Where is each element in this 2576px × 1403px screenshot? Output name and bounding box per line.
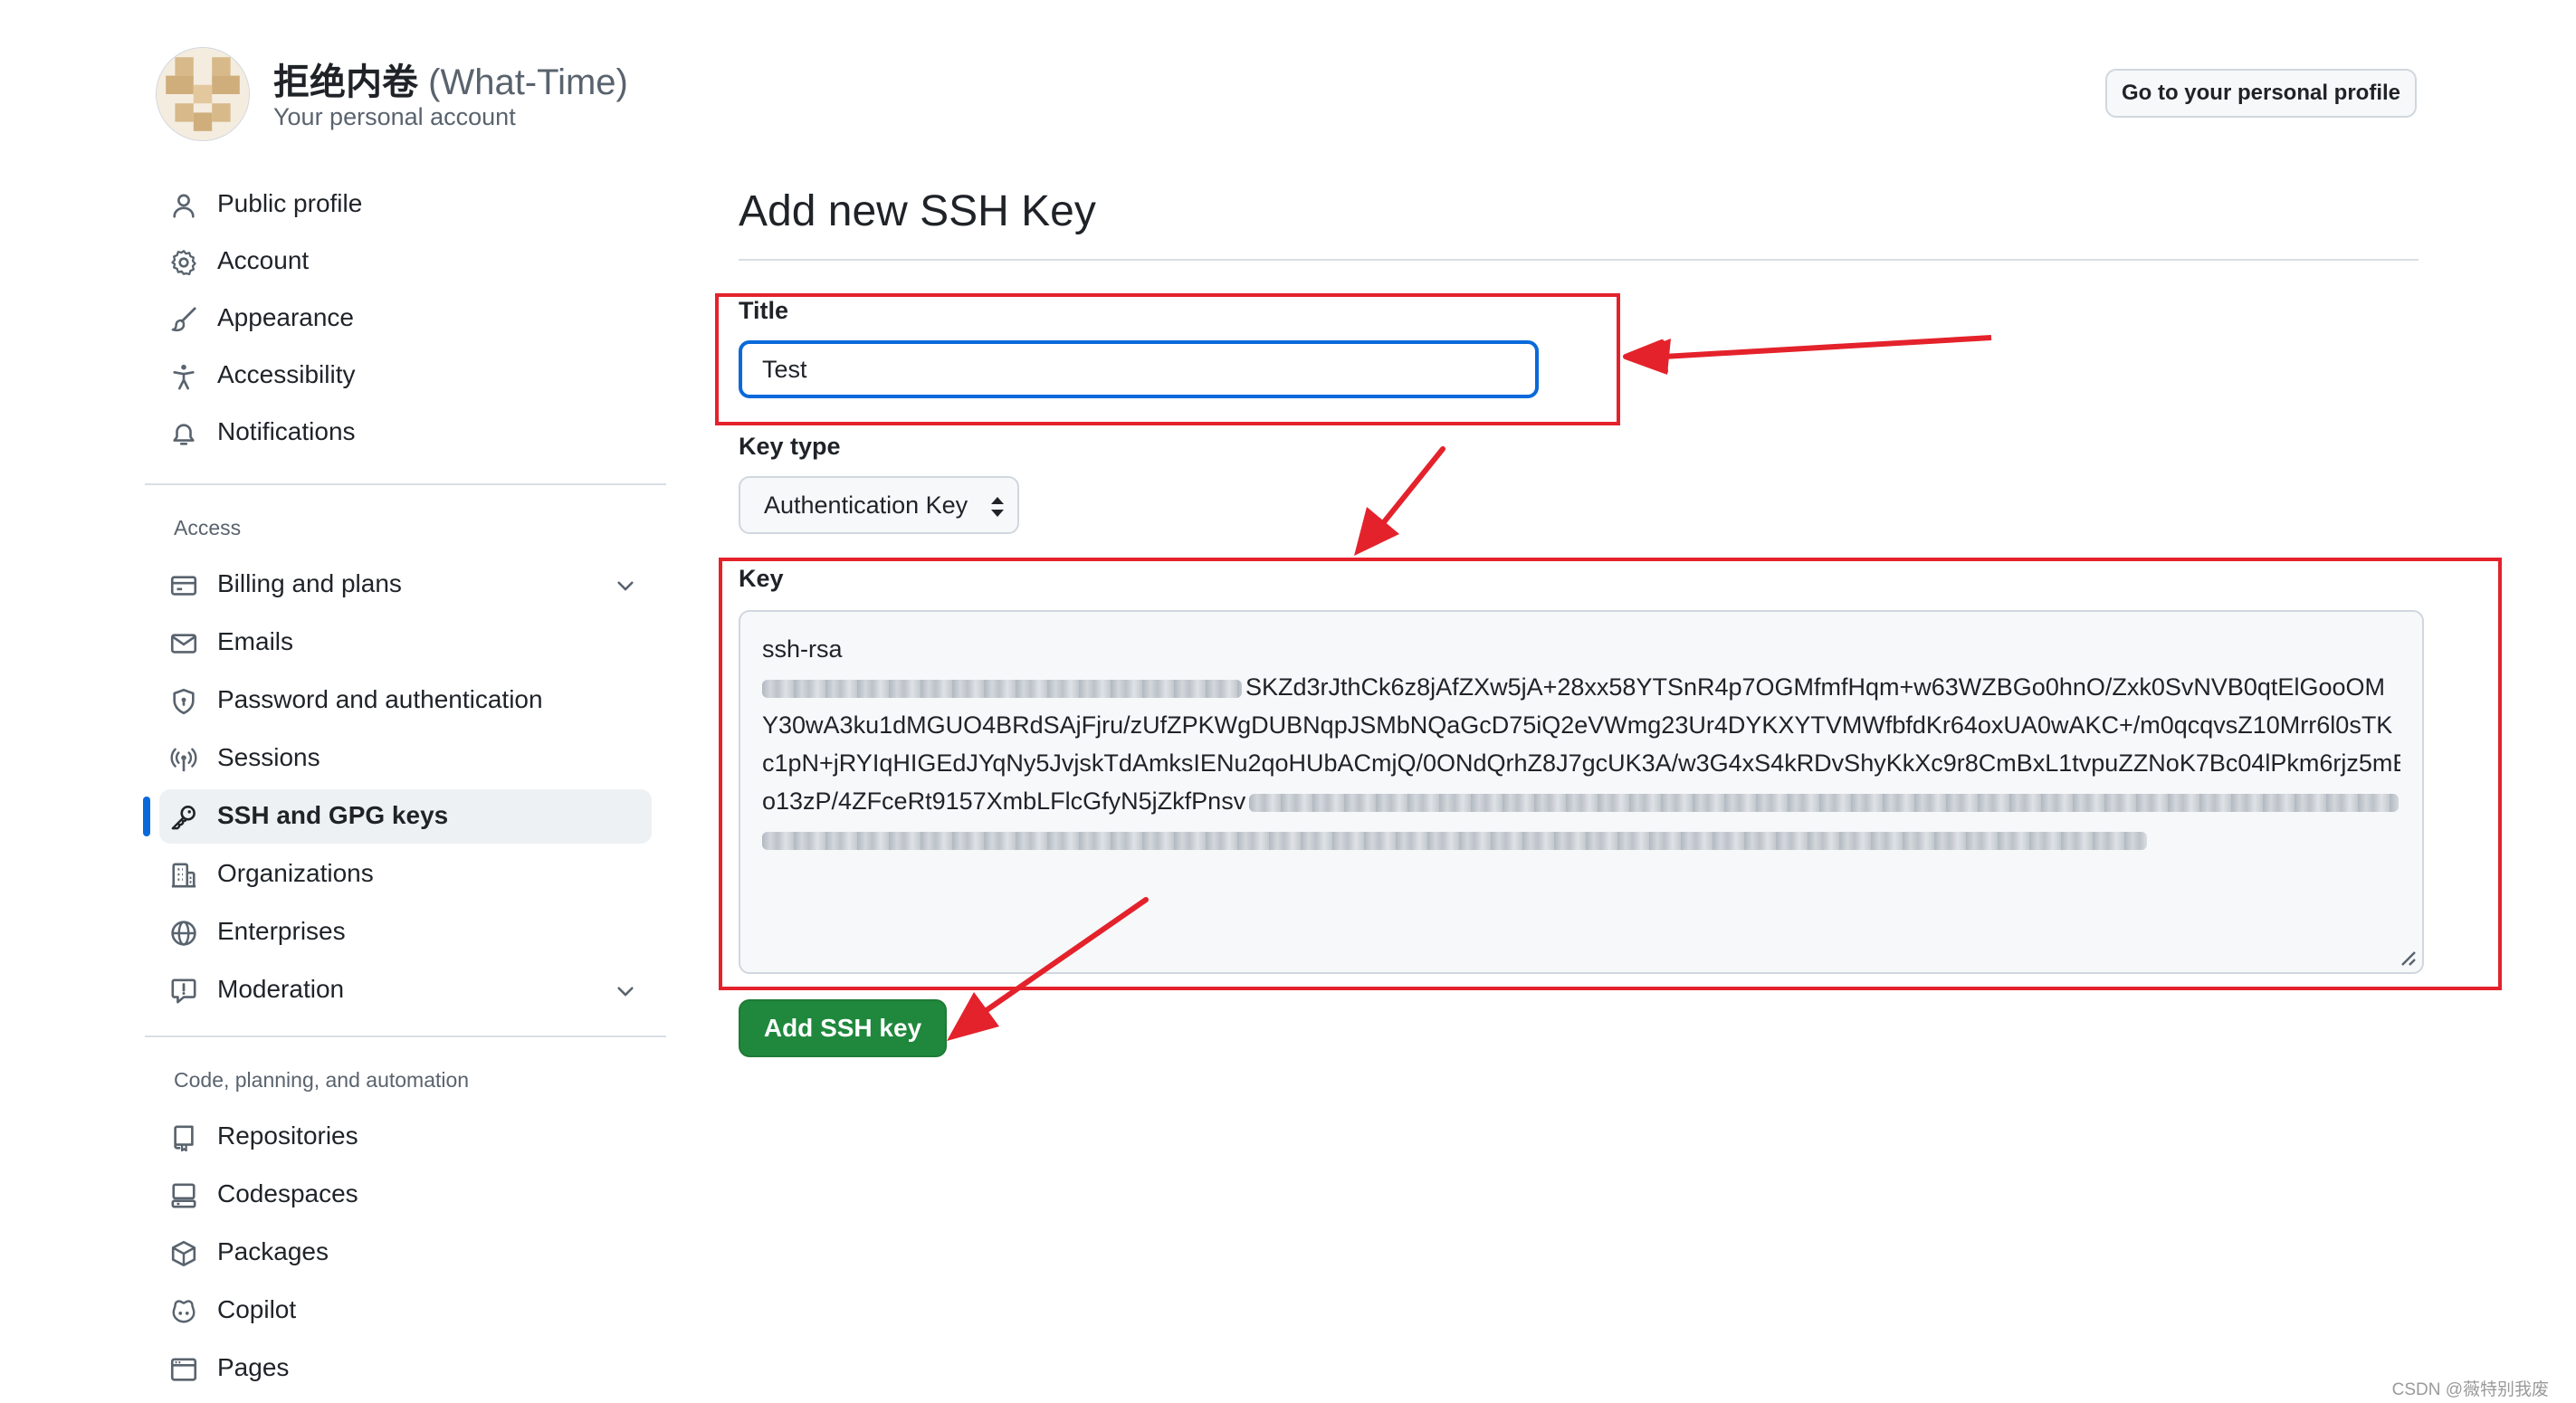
organization-icon (170, 862, 197, 889)
copilot-icon (170, 1298, 197, 1325)
key-type-selected-value: Authentication Key (764, 492, 968, 519)
key-line-text: SKZd3rJthCk6z8jAfZXw5jA+28xx58YTSnR4p7OG… (1245, 673, 2385, 701)
sidebar-item-label: Copilot (217, 1295, 297, 1323)
bell-icon (170, 420, 197, 447)
sidebar-item-label: Enterprises (217, 917, 346, 945)
chevron-down-icon[interactable] (614, 979, 637, 1003)
account-display-name: 拒绝内卷 (273, 62, 418, 102)
sidebar-section-access: Access (174, 516, 242, 539)
broadcast-icon (170, 746, 197, 773)
sidebar-item-label: Packages (217, 1237, 329, 1265)
select-arrows-icon (988, 494, 1007, 520)
sidebar-item-repositories[interactable]: Repositories (159, 1110, 652, 1164)
sidebar-section-code: Code, planning, and automation (174, 1068, 470, 1092)
sidebar-item-packages[interactable]: Packages (159, 1226, 652, 1280)
sidebar-item-label: SSH and GPG keys (217, 801, 449, 829)
sidebar-item-label: Repositories (217, 1121, 358, 1150)
go-to-profile-button[interactable]: Go to your personal profile (2105, 69, 2417, 118)
sidebar-item-label: Emails (217, 627, 294, 655)
sidebar-item-label: Codespaces (217, 1179, 358, 1207)
sidebar-item-pages[interactable]: Pages (159, 1341, 652, 1396)
sidebar-item-emails[interactable]: Emails (159, 616, 652, 670)
sidebar-item-label: Public profile (217, 189, 363, 217)
redacted-text (762, 831, 2147, 850)
codespaces-icon (170, 1182, 197, 1209)
sidebar-item-label: Account (217, 246, 310, 274)
sidebar-item-billing[interactable]: Billing and plans (159, 558, 652, 612)
title-label: Title (739, 297, 789, 324)
sidebar-item-organizations[interactable]: Organizations (159, 847, 652, 902)
sidebar-item-notifications[interactable]: Notifications (159, 406, 652, 460)
key-line: o13zP/4ZFceRt9157XmbLFlcGfyN5jZkfPnsv (762, 782, 2400, 820)
redacted-text (762, 679, 1242, 698)
page-title: Add new SSH Key (739, 187, 1096, 235)
sidebar-item-label: Appearance (217, 303, 355, 331)
key-textarea[interactable]: ssh-rsa SKZd3rJthCk6z8jAfZXw5jA+28xx58YT… (739, 610, 2424, 974)
key-line: SKZd3rJthCk6z8jAfZXw5jA+28xx58YTSnR4p7OG… (762, 668, 2400, 706)
annotation-arrow (1623, 335, 1992, 375)
report-icon (170, 978, 197, 1005)
key-type-select[interactable]: Authentication Key (739, 476, 1019, 534)
account-subtitle: Your personal account (273, 103, 516, 130)
sidebar-item-account[interactable]: Account (159, 234, 652, 289)
redacted-text (1249, 793, 2399, 812)
globe-icon (170, 920, 197, 947)
sidebar-item-label: Sessions (217, 743, 320, 771)
sidebar-item-sessions[interactable]: Sessions (159, 731, 652, 786)
sidebar-item-enterprises[interactable]: Enterprises (159, 905, 652, 959)
sidebar-item-label: Moderation (217, 975, 345, 1003)
key-label: Key (739, 565, 784, 592)
package-icon (170, 1240, 197, 1267)
sidebar-item-ssh-gpg-keys[interactable]: SSH and GPG keys (143, 789, 652, 844)
key-icon (170, 804, 197, 831)
gear-icon (170, 249, 197, 276)
sidebar-item-password-authentication[interactable]: Password and authentication (159, 673, 652, 728)
sidebar-item-public-profile[interactable]: Public profile (159, 177, 652, 232)
sidebar-item-label: Organizations (217, 859, 374, 887)
browser-icon (170, 1356, 197, 1383)
account-login: (What-Time) (428, 62, 628, 102)
accessibility-icon (170, 363, 197, 390)
sidebar-item-label: Password and authentication (217, 685, 543, 713)
shield-lock-icon (170, 688, 197, 715)
mail-icon (170, 630, 197, 657)
paintbrush-icon (170, 306, 197, 333)
credit-card-icon (170, 572, 197, 599)
person-icon (170, 192, 197, 219)
add-ssh-key-button[interactable]: Add SSH key (739, 999, 947, 1057)
sidebar-item-label: Billing and plans (217, 569, 402, 597)
chevron-down-icon[interactable] (614, 574, 637, 597)
sidebar-item-appearance[interactable]: Appearance (159, 291, 652, 346)
title-input[interactable] (739, 340, 1539, 398)
key-type-label: Key type (739, 433, 841, 460)
sidebar-item-codespaces[interactable]: Codespaces (159, 1168, 652, 1222)
sidebar-divider (145, 1036, 666, 1037)
key-line: ssh-rsa (762, 635, 843, 663)
key-line-text: o13zP/4ZFceRt9157XmbLFlcGfyN5jZkfPnsv (762, 787, 1246, 815)
sidebar-item-label: Pages (217, 1353, 290, 1381)
key-line: c1pN+jRYIqHIGEdJYqNy5JvjskTdAmksIENu2qoH… (762, 749, 2400, 777)
sidebar-divider (145, 483, 666, 485)
sidebar-item-copilot[interactable]: Copilot (159, 1284, 652, 1338)
repo-icon (170, 1124, 197, 1151)
sidebar-item-label: Accessibility (217, 360, 356, 388)
account-name[interactable]: 拒绝内卷 (What-Time) (273, 52, 628, 105)
sidebar-item-accessibility[interactable]: Accessibility (159, 348, 652, 403)
settings-page: 拒绝内卷 (What-Time) Your personal account G… (0, 0, 2576, 1403)
resize-grip-icon[interactable] (2399, 949, 2417, 967)
sidebar-item-label: Notifications (217, 417, 356, 445)
annotation-arrow (1354, 446, 1445, 556)
sidebar-item-moderation[interactable]: Moderation (159, 963, 652, 1017)
avatar[interactable] (156, 47, 250, 141)
title-divider (739, 259, 2419, 261)
watermark: CSDN @薇特别我废 (2391, 1380, 2549, 1399)
key-line: Y30wA3ku1dMGUO4BRdSAjFjru/zUfZPKWgDUBNqp… (762, 711, 2393, 739)
key-line (762, 820, 2400, 858)
